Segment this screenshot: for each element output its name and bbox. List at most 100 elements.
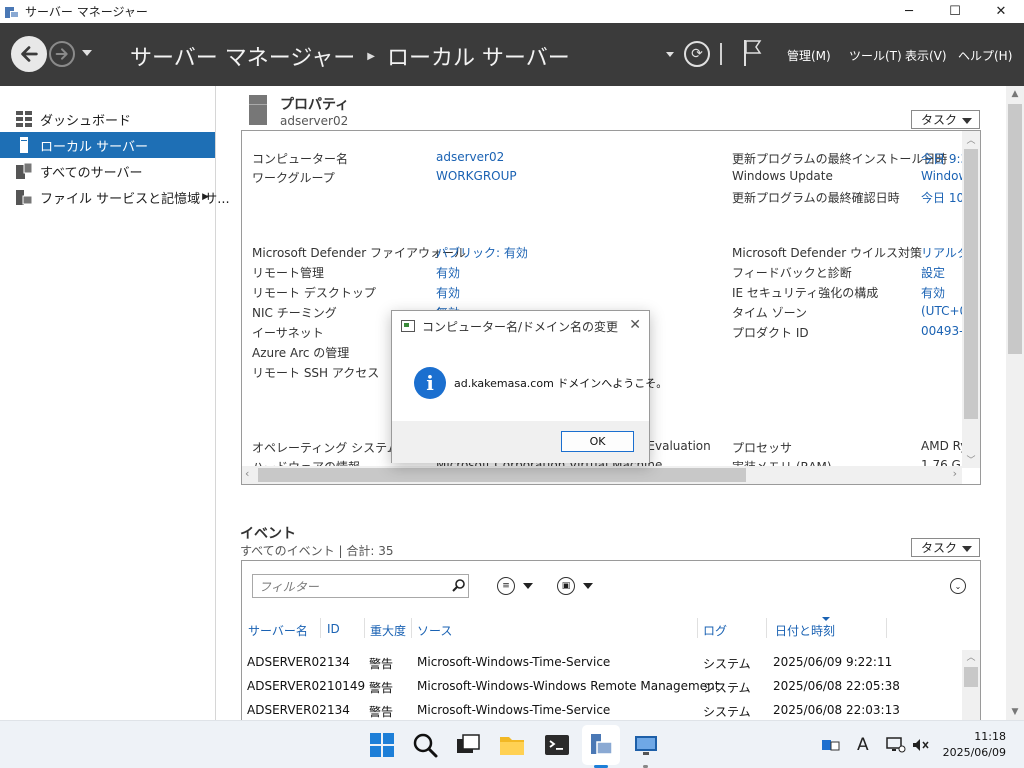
prop-value-last-install[interactable]: 今日 9:3 bbox=[921, 150, 962, 167]
prop-label: Windows Update bbox=[732, 169, 833, 183]
column-header-id[interactable]: ID bbox=[327, 622, 340, 636]
menu-tools[interactable]: ツール(T) bbox=[849, 47, 902, 64]
prop-value-ie-security[interactable]: 有効 bbox=[921, 284, 945, 301]
cell-id: 134 bbox=[327, 703, 350, 717]
scrollbar-thumb[interactable] bbox=[1008, 104, 1022, 354]
prop-value-product-id[interactable]: 00493-2 bbox=[921, 324, 962, 338]
dialog-message: ad.kakemasa.com ドメインへようこそ。 bbox=[454, 377, 668, 390]
clock[interactable]: 11:18 2025/06/09 bbox=[943, 729, 1006, 761]
sidebar-item-dashboard[interactable]: ダッシュボード bbox=[0, 106, 215, 132]
server-manager-taskbar-icon[interactable] bbox=[587, 731, 615, 759]
task-view-icon[interactable] bbox=[454, 731, 482, 759]
cell-log: システム bbox=[703, 681, 751, 695]
main-scrollbar[interactable]: ▲ ▼ bbox=[1006, 86, 1024, 720]
scrollbar-thumb[interactable] bbox=[964, 149, 978, 419]
scroll-down-icon[interactable]: ▼ bbox=[1006, 704, 1024, 720]
history-dropdown-icon[interactable] bbox=[82, 50, 92, 56]
breadcrumb-current: ローカル サーバー bbox=[386, 46, 570, 71]
save-query-dropdown-icon[interactable] bbox=[583, 583, 593, 589]
volume-muted-icon[interactable] bbox=[912, 738, 930, 752]
sidebar-item-label: すべてのサーバー bbox=[40, 165, 143, 181]
column-separator bbox=[697, 618, 698, 638]
refresh-icon: ⟳ bbox=[691, 46, 703, 62]
info-icon: i bbox=[414, 367, 446, 399]
filter-input[interactable]: フィルター bbox=[252, 574, 469, 598]
events-scrollbar[interactable]: ︿ bbox=[962, 650, 980, 720]
breadcrumb-separator-icon: ▶ bbox=[367, 50, 375, 62]
prop-value-computer-name[interactable]: adserver02 bbox=[436, 150, 504, 164]
events-title: イベント bbox=[240, 526, 296, 542]
start-icon[interactable] bbox=[368, 731, 396, 759]
back-button[interactable] bbox=[11, 36, 47, 72]
scroll-down-icon[interactable]: ﹀ bbox=[962, 453, 980, 466]
prop-value-ram[interactable]: 1.76 GB bbox=[921, 458, 962, 466]
header-dropdown-icon[interactable] bbox=[666, 52, 674, 57]
server-icon bbox=[20, 137, 28, 153]
system-properties-icon bbox=[401, 320, 415, 332]
prop-value-remote-management[interactable]: 有効 bbox=[436, 264, 460, 281]
properties-task-button[interactable]: タスク bbox=[911, 110, 980, 129]
sidebar-item-local-server[interactable]: ローカル サーバー bbox=[0, 132, 215, 158]
search-icon[interactable] bbox=[411, 731, 439, 759]
scroll-left-icon[interactable]: ‹ bbox=[245, 467, 249, 480]
remote-desktop-icon[interactable] bbox=[632, 731, 660, 759]
prop-value-firewall[interactable]: パブリック: 有効 bbox=[436, 244, 528, 261]
scroll-up-icon[interactable]: ︿ bbox=[962, 650, 980, 663]
scroll-up-icon[interactable]: ▲ bbox=[1006, 86, 1024, 102]
list-options-icon[interactable]: ≡ bbox=[497, 577, 515, 595]
search-icon[interactable] bbox=[452, 578, 466, 592]
menu-view[interactable]: 表示(V) bbox=[905, 47, 947, 64]
maximize-button[interactable]: ☐ bbox=[932, 0, 978, 23]
scrollbar-thumb[interactable] bbox=[964, 667, 978, 687]
prop-label: タイム ゾーン bbox=[732, 306, 807, 320]
sidebar-item-label: ダッシュボード bbox=[40, 113, 132, 129]
save-query-icon[interactable]: ▣ bbox=[557, 577, 575, 595]
breadcrumb-root[interactable]: サーバー マネージャー bbox=[130, 40, 355, 72]
prop-value-last-check[interactable]: 今日 10 bbox=[921, 189, 962, 206]
prop-value-windows-update[interactable]: Window bbox=[921, 169, 962, 183]
notification-flag-icon[interactable] bbox=[742, 39, 762, 67]
scroll-right-icon[interactable]: › bbox=[953, 467, 957, 480]
menu-manage[interactable]: 管理(M) bbox=[787, 47, 831, 64]
network-security-icon[interactable] bbox=[822, 738, 840, 752]
cell-server: ADSERVER02 bbox=[247, 679, 327, 693]
prop-value-remote-desktop[interactable]: 有効 bbox=[436, 284, 460, 301]
expand-arrow-icon[interactable]: ▶ bbox=[202, 192, 209, 202]
prop-value-workgroup[interactable]: WORKGROUP bbox=[436, 169, 517, 183]
close-button[interactable]: ✕ bbox=[978, 0, 1024, 23]
prop-value-processor[interactable]: AMD Ry bbox=[921, 439, 962, 453]
prop-value-feedback[interactable]: 設定 bbox=[921, 264, 945, 281]
list-options-dropdown-icon[interactable] bbox=[523, 583, 533, 589]
scrollbar-thumb[interactable] bbox=[258, 468, 746, 482]
prop-label: フィードバックと診断 bbox=[732, 266, 852, 280]
column-header-server[interactable]: サーバー名 bbox=[248, 622, 308, 639]
cell-severity: 警告 bbox=[369, 705, 394, 719]
properties-vertical-scrollbar[interactable]: ︿ ﹀ bbox=[962, 131, 980, 468]
column-separator bbox=[886, 618, 887, 638]
ime-indicator[interactable]: A bbox=[857, 735, 869, 755]
minimize-button[interactable]: ─ bbox=[886, 0, 932, 23]
network-icon[interactable] bbox=[886, 737, 906, 753]
terminal-icon[interactable] bbox=[543, 731, 571, 759]
menu-help[interactable]: ヘルプ(H) bbox=[958, 47, 1012, 64]
cell-source: Microsoft-Windows-Windows Remote Managem… bbox=[417, 679, 720, 693]
properties-horizontal-scrollbar[interactable]: ‹ › bbox=[242, 466, 962, 484]
ok-button[interactable]: OK bbox=[561, 431, 634, 452]
cell-id: 10149 bbox=[327, 679, 366, 693]
forward-button[interactable] bbox=[49, 41, 75, 67]
column-header-severity[interactable]: 重大度 bbox=[370, 622, 406, 639]
dialog-close-button[interactable]: ✕ bbox=[629, 317, 641, 333]
sidebar-item-all-servers[interactable]: すべてのサーバー bbox=[0, 158, 215, 184]
clock-date: 2025/06/09 bbox=[942, 746, 1006, 759]
refresh-button[interactable]: ⟳ bbox=[684, 41, 710, 67]
column-header-log[interactable]: ログ bbox=[703, 622, 727, 639]
column-header-source[interactable]: ソース bbox=[417, 622, 452, 639]
file-explorer-icon[interactable] bbox=[498, 731, 526, 759]
expand-collapse-icon[interactable]: ⌄ bbox=[950, 578, 966, 594]
prop-value-timezone[interactable]: (UTC+0 bbox=[921, 304, 962, 318]
scroll-up-icon[interactable]: ︿ bbox=[962, 133, 980, 146]
column-header-datetime[interactable]: 日付と時刻 bbox=[775, 622, 835, 639]
sidebar-item-file-services[interactable]: ファイル サービスと記憶域 サ... ▶ bbox=[0, 184, 230, 210]
prop-value-defender[interactable]: リアルタイ bbox=[921, 244, 962, 261]
events-task-button[interactable]: タスク bbox=[911, 538, 980, 557]
